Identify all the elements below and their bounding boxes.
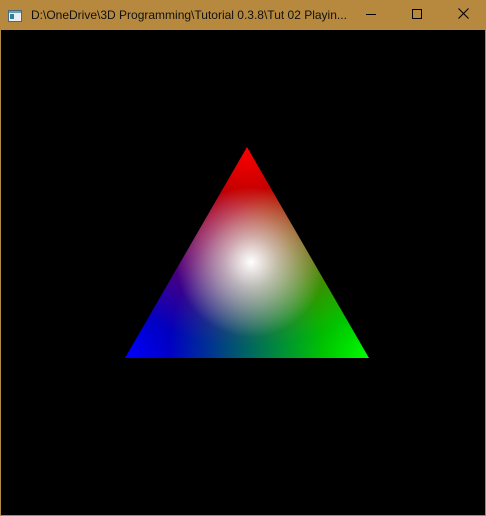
- title-bar[interactable]: D:\OneDrive\3D Programming\Tutorial 0.3.…: [0, 0, 486, 30]
- close-button[interactable]: [440, 0, 486, 30]
- maximize-button[interactable]: [394, 0, 440, 30]
- minimize-icon: [366, 6, 376, 24]
- maximize-icon: [412, 6, 422, 24]
- minimize-button[interactable]: [348, 0, 394, 30]
- render-viewport[interactable]: [1, 30, 485, 515]
- app-window-icon: [8, 9, 22, 22]
- close-icon: [457, 6, 469, 24]
- app-window: D:\OneDrive\3D Programming\Tutorial 0.3.…: [0, 0, 486, 516]
- triangle-canvas: [1, 30, 485, 515]
- window-title: D:\OneDrive\3D Programming\Tutorial 0.3.…: [31, 8, 347, 22]
